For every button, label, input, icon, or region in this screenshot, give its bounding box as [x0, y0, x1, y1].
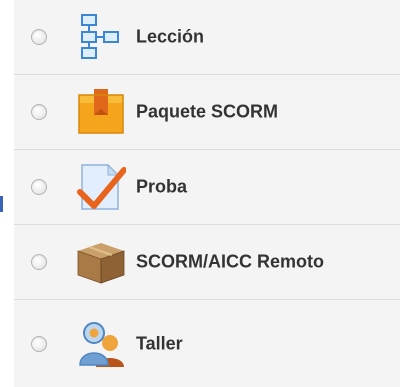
- activity-option-label: Proba: [136, 176, 188, 197]
- lesson-flowchart-icon: [76, 12, 126, 62]
- activity-option-scorm-aicc-remoto[interactable]: SCORM/AICC Remoto: [14, 225, 400, 300]
- activity-option-proba[interactable]: Proba: [14, 150, 400, 225]
- activity-option-label: SCORM/AICC Remoto: [136, 251, 324, 272]
- activity-option-label: Lección: [136, 26, 205, 47]
- activity-option-leccion[interactable]: Lección: [14, 0, 400, 75]
- radio-button[interactable]: [31, 179, 47, 195]
- radio-button[interactable]: [31, 104, 47, 120]
- activity-option-label: Taller: [136, 333, 183, 353]
- scorm-package-icon: [76, 87, 126, 137]
- activity-chooser-list: Lección Paquete SCORM Proba SCORM/AICC R…: [14, 0, 400, 387]
- workshop-people-icon: [76, 319, 126, 369]
- focus-edge-mark: [0, 196, 3, 212]
- radio-button[interactable]: [31, 335, 47, 352]
- remote-box-icon: [76, 237, 126, 287]
- activity-option-paquete-scorm[interactable]: Paquete SCORM: [14, 75, 400, 150]
- radio-button[interactable]: [31, 29, 47, 45]
- activity-option-label: Paquete SCORM: [136, 101, 279, 122]
- radio-button[interactable]: [31, 254, 47, 270]
- activity-option-taller[interactable]: Taller: [14, 300, 400, 387]
- quiz-check-icon: [76, 162, 126, 212]
